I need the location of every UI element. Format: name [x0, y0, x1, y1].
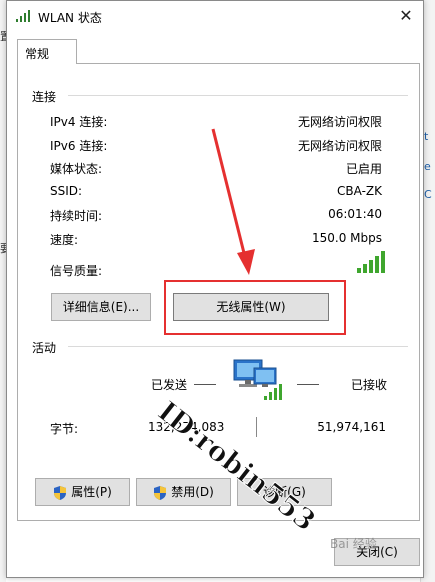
watermark: ID:robin553	[151, 395, 316, 535]
background-glyph: C	[424, 188, 432, 201]
ssid-value: CBA-ZK	[337, 184, 382, 198]
ssid-label: SSID:	[50, 184, 83, 198]
signal-quality-label: 信号质量:	[50, 264, 103, 278]
speed-value: 150.0 Mbps	[311, 231, 382, 245]
received-line	[297, 384, 319, 385]
media-state-value: 已启用	[345, 162, 382, 176]
section-divider	[68, 346, 408, 347]
speed-label: 速度:	[50, 233, 79, 247]
properties-button[interactable]: 属性(P)	[35, 478, 130, 506]
received-label: 已接收	[351, 378, 388, 392]
baidu-watermark: Bai 经验	[330, 537, 377, 551]
section-divider	[68, 95, 408, 96]
duration-value: 06:01:40	[328, 207, 382, 221]
ipv4-label: IPv4 连接:	[50, 115, 108, 129]
annotation-highlight-box	[164, 280, 346, 335]
window-title: WLAN 状态	[38, 11, 102, 25]
details-button[interactable]: 详细信息(E)...	[51, 293, 151, 321]
annotation-arrow-icon	[211, 128, 255, 275]
section-connection-label: 连接	[32, 88, 61, 105]
signal-strength-icon	[357, 251, 385, 273]
media-state-label: 媒体状态:	[50, 162, 103, 176]
tab-general[interactable]: 常规	[17, 39, 77, 64]
background-glyph: e	[424, 160, 431, 173]
background-glyph: t	[424, 130, 429, 143]
ipv4-value: 无网络访问权限	[297, 115, 382, 129]
bytes-received-value: 51,974,161	[317, 420, 386, 434]
tab-label: 常规	[25, 47, 50, 61]
watermark-text: ID:robin553	[152, 395, 316, 535]
wifi-signal-icon	[16, 10, 30, 22]
title-bar[interactable]: WLAN 状态 ✕	[7, 1, 423, 31]
section-activity-label: 活动	[32, 339, 61, 356]
sent-line	[194, 384, 216, 385]
uac-shield-icon	[54, 485, 67, 500]
close-icon[interactable]: ✕	[391, 3, 421, 29]
sent-label: 已发送	[151, 378, 188, 392]
ipv6-value: 无网络访问权限	[297, 139, 382, 153]
bytes-label: 字节:	[50, 422, 79, 436]
duration-label: 持续时间:	[50, 209, 103, 223]
ipv6-label: IPv6 连接:	[50, 139, 108, 153]
properties-button-label: 属性(P)	[71, 485, 112, 499]
